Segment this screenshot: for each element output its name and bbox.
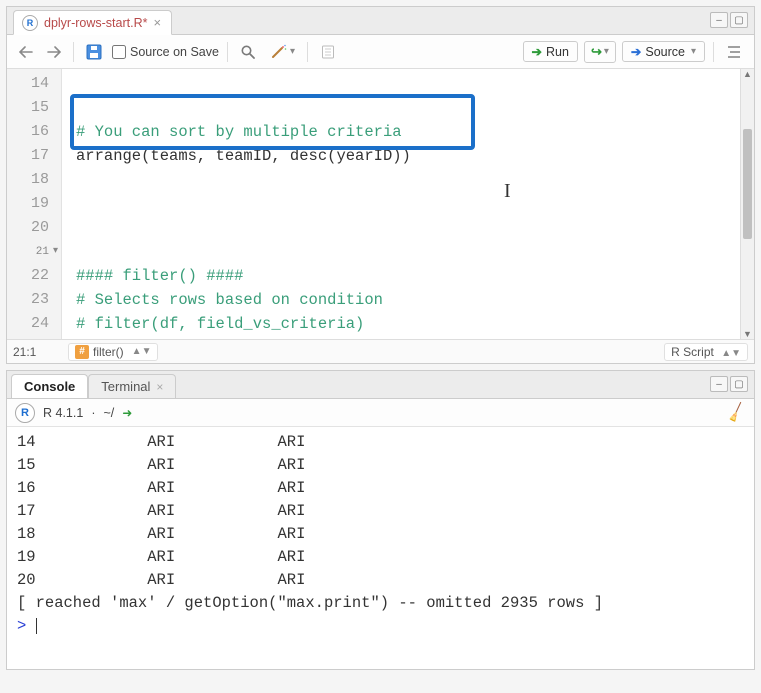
nav-back-button[interactable] xyxy=(15,41,37,63)
outline-button[interactable] xyxy=(722,41,746,63)
close-terminal-icon[interactable]: × xyxy=(156,380,163,394)
console-prompt: > xyxy=(17,617,36,635)
code-line: # filter(df, field_vs_criteria) xyxy=(76,315,364,333)
console-prompt-line[interactable]: > xyxy=(17,615,744,638)
scroll-thumb[interactable] xyxy=(743,129,752,239)
source-label: Source xyxy=(645,45,685,59)
run-label: Run xyxy=(546,45,569,59)
pane-window-controls: – ▢ xyxy=(710,376,748,392)
toolbar-separator xyxy=(73,42,74,62)
maximize-pane-button[interactable]: ▢ xyxy=(730,376,748,392)
line-number: 14 xyxy=(7,72,49,96)
run-button[interactable]: ➔ Run xyxy=(523,41,578,62)
console-omitted-msg: [ reached 'max' / getOption("max.print")… xyxy=(17,592,744,615)
line-number: 15 xyxy=(7,96,49,120)
filetype-updown-icon: ▲▼ xyxy=(721,348,741,359)
clear-console-icon[interactable]: 🧹 xyxy=(725,401,749,424)
save-button[interactable] xyxy=(82,41,106,63)
source-status-bar: 21:1 # filter() ▲▼ R Script ▲▼ xyxy=(7,339,754,363)
toolbar-separator xyxy=(227,42,228,62)
source-tab-bar: R dplyr-rows-start.R* × – ▢ xyxy=(7,7,754,35)
pane-window-controls: – ▢ xyxy=(710,12,748,28)
source-on-save-input[interactable] xyxy=(112,45,126,59)
dropdown-caret-icon: ▾ xyxy=(691,46,696,57)
line-number-fold[interactable]: 21 xyxy=(7,240,49,264)
source-file-name: dplyr-rows-start.R* xyxy=(44,16,148,30)
code-tools-button[interactable]: ▾ xyxy=(266,41,299,63)
console-sub-toolbar: R R 4.1.1 · ~/ ➜ 🧹 xyxy=(7,399,754,427)
console-row: 18 ARI ARI xyxy=(17,523,744,546)
source-file-tab[interactable]: R dplyr-rows-start.R* × xyxy=(13,10,172,35)
section-crumb-label: filter() xyxy=(93,345,124,359)
compile-report-button[interactable] xyxy=(316,41,340,63)
section-crumb[interactable]: # filter() ▲▼ xyxy=(68,343,158,361)
tab-terminal-label: Terminal xyxy=(101,379,150,394)
line-number: 23 xyxy=(7,288,49,312)
minimize-pane-button[interactable]: – xyxy=(710,376,728,392)
line-gutter: 14 15 16 17 18 19 20 21 22 23 24 xyxy=(7,69,62,339)
console-row: 15 ARI ARI xyxy=(17,454,744,477)
line-number: 22 xyxy=(7,264,49,288)
r-file-icon: R xyxy=(22,15,38,31)
close-tab-icon[interactable]: × xyxy=(154,15,162,30)
dropdown-caret-icon: ▾ xyxy=(290,46,295,57)
section-hash-icon: # xyxy=(75,345,89,359)
console-tab-bar: Console Terminal × – ▢ xyxy=(7,371,754,399)
source-on-save-label: Source on Save xyxy=(130,45,219,59)
run-arrow-icon: ➔ xyxy=(532,44,542,59)
console-row: 14 ARI ARI xyxy=(17,431,744,454)
minimize-pane-button[interactable]: – xyxy=(710,12,728,28)
line-number: 17 xyxy=(7,144,49,168)
go-to-dir-icon[interactable]: ➜ xyxy=(122,406,132,420)
code-line: # Selects rows based on condition xyxy=(76,291,383,309)
console-row: 17 ARI ARI xyxy=(17,500,744,523)
tab-console[interactable]: Console xyxy=(11,374,88,398)
rerun-button[interactable]: ↪ ▾ xyxy=(584,41,616,63)
working-dir[interactable]: ~/ xyxy=(103,406,114,420)
source-on-save-checkbox[interactable]: Source on Save xyxy=(112,45,219,59)
console-row: 16 ARI ARI xyxy=(17,477,744,500)
maximize-pane-button[interactable]: ▢ xyxy=(730,12,748,28)
code-area[interactable]: # You can sort by multiple criteria arra… xyxy=(62,69,754,339)
scroll-up-icon[interactable]: ▲ xyxy=(743,69,752,79)
console-cursor xyxy=(36,618,37,634)
console-pane: Console Terminal × – ▢ R R 4.1.1 · ~/ ➜ … xyxy=(6,370,755,670)
console-row: 19 ARI ARI xyxy=(17,546,744,569)
code-line: # You can sort by multiple criteria xyxy=(76,123,402,141)
dropdown-caret-icon: ▾ xyxy=(604,46,609,57)
scroll-down-icon[interactable]: ▼ xyxy=(743,329,752,339)
file-type-label: R Script xyxy=(671,345,714,359)
rerun-arrow-icon: ↪ xyxy=(591,44,602,60)
nav-forward-button[interactable] xyxy=(43,41,65,63)
cursor-position: 21:1 xyxy=(13,345,68,359)
toolbar-separator xyxy=(307,42,308,62)
tab-terminal[interactable]: Terminal × xyxy=(88,374,176,398)
line-number: 19 xyxy=(7,192,49,216)
code-editor[interactable]: 14 15 16 17 18 19 20 21 22 23 24 # You c… xyxy=(7,69,754,339)
console-output[interactable]: 14 ARI ARI15 ARI ARI16 ARI ARI17 ARI ARI… xyxy=(7,427,754,669)
source-toolbar: Source on Save ▾ ➔ Run ↪ ▾ ➔ Source ▾ xyxy=(7,35,754,69)
source-pane: R dplyr-rows-start.R* × – ▢ Source on Sa… xyxy=(6,6,755,364)
source-arrow-icon: ➔ xyxy=(631,44,641,59)
source-button[interactable]: ➔ Source ▾ xyxy=(622,41,705,62)
console-row: 20 ARI ARI xyxy=(17,569,744,592)
code-line: arrange(teams, teamID, desc(yearID)) xyxy=(76,147,411,165)
tab-console-label: Console xyxy=(24,379,75,394)
line-number: 16 xyxy=(7,120,49,144)
r-version-sep: · xyxy=(91,406,95,420)
r-version-label: R 4.1.1 xyxy=(43,406,83,420)
editor-scrollbar[interactable]: ▲ ▼ xyxy=(740,69,754,339)
file-type-selector[interactable]: R Script ▲▼ xyxy=(664,343,748,361)
code-line: #### filter() #### xyxy=(76,267,243,285)
text-cursor-icon: I xyxy=(504,180,511,203)
line-number: 24 xyxy=(7,312,49,336)
r-logo-icon: R xyxy=(15,403,35,423)
line-number: 20 xyxy=(7,216,49,240)
toolbar-separator xyxy=(713,42,714,62)
line-number: 18 xyxy=(7,168,49,192)
crumb-updown-icon: ▲▼ xyxy=(132,346,152,357)
find-button[interactable] xyxy=(236,41,260,63)
